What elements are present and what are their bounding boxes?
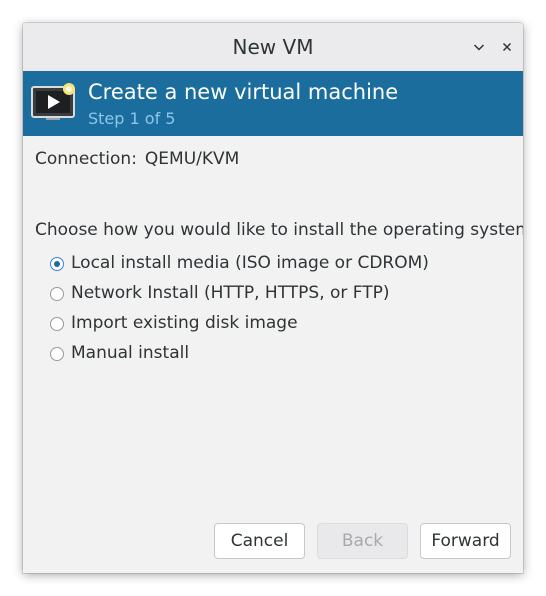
connection-info: Connection: QEMU/KVM: [35, 149, 239, 169]
radio-button[interactable]: [50, 317, 64, 331]
back-button: Back: [317, 523, 408, 559]
chevron-down-icon: [473, 44, 485, 51]
window-title: New VM: [232, 35, 314, 59]
radio-button[interactable]: [50, 287, 64, 301]
step-indicator: Step 1 of 5: [88, 109, 176, 128]
install-method-prompt: Choose how you would like to install the…: [35, 220, 523, 240]
radio-label: Local install media (ISO image or CDROM): [71, 253, 429, 273]
radio-label: Manual install: [71, 343, 190, 363]
close-button[interactable]: [497, 37, 517, 57]
radio-label: Network Install (HTTP, HTTPS, or FTP): [71, 283, 390, 303]
connection-value: QEMU/KVM: [144, 149, 240, 169]
banner-title: Create a new virtual machine: [88, 80, 399, 104]
vm-monitor-icon: [31, 83, 75, 120]
forward-button[interactable]: Forward: [420, 523, 511, 559]
cancel-button[interactable]: Cancel: [214, 523, 305, 559]
minimize-button[interactable]: [469, 37, 489, 57]
close-icon: [502, 42, 512, 52]
new-vm-dialog: New VM Create a new virtual machine Step…: [23, 23, 523, 573]
wizard-banner: Create a new virtual machine Step 1 of 5: [23, 71, 523, 136]
title-bar[interactable]: New VM: [23, 23, 523, 72]
radio-button[interactable]: [50, 347, 64, 361]
connection-label: Connection:: [35, 149, 137, 169]
radio-label: Import existing disk image: [71, 313, 298, 333]
radio-button-selected[interactable]: [50, 257, 64, 271]
